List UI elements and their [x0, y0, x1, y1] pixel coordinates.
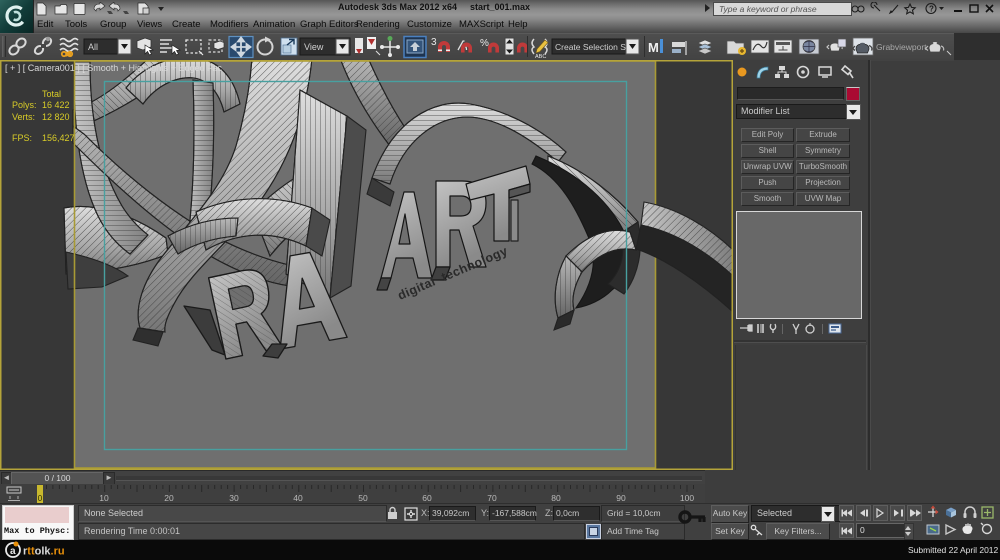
svg-text:70: 70 [487, 493, 497, 503]
svg-text:?: ? [929, 5, 934, 14]
svg-text:80: 80 [551, 493, 561, 503]
svg-text:rttolk.ru: rttolk.ru [23, 546, 65, 558]
svg-text:[ + ] [ Camera001 ] [ Smooth +: [ + ] [ Camera001 ] [ Smooth + Highlight… [5, 63, 222, 73]
svg-text:3: 3 [431, 37, 437, 48]
svg-text:50: 50 [358, 493, 368, 503]
svg-text:100: 100 [680, 493, 694, 503]
svg-text:20: 20 [164, 493, 174, 503]
svg-text:90: 90 [616, 493, 626, 503]
svg-text:60: 60 [422, 493, 432, 503]
svg-text:Create Selection Se: Create Selection Se [555, 42, 631, 52]
svg-text:30: 30 [229, 493, 239, 503]
svg-text:Polys:: Polys: [12, 100, 37, 110]
svg-text:10: 10 [99, 493, 109, 503]
svg-text:FPS:: FPS: [12, 133, 32, 143]
svg-text:16 422: 16 422 [42, 100, 70, 110]
svg-text:M: M [648, 40, 659, 55]
svg-text:All: All [88, 42, 98, 52]
svg-text:%: % [480, 38, 489, 49]
svg-text:156,427: 156,427 [42, 133, 75, 143]
svg-text:40: 40 [293, 493, 303, 503]
svg-text:Grabviewport :: Grabviewport : [876, 42, 931, 52]
svg-text:View: View [304, 42, 324, 52]
svg-text:Total: Total [42, 89, 61, 99]
svg-text:Verts:: Verts: [12, 112, 35, 122]
svg-text:12 820: 12 820 [42, 112, 70, 122]
svg-text:a: a [10, 546, 16, 557]
svg-text:0: 0 [38, 494, 43, 503]
